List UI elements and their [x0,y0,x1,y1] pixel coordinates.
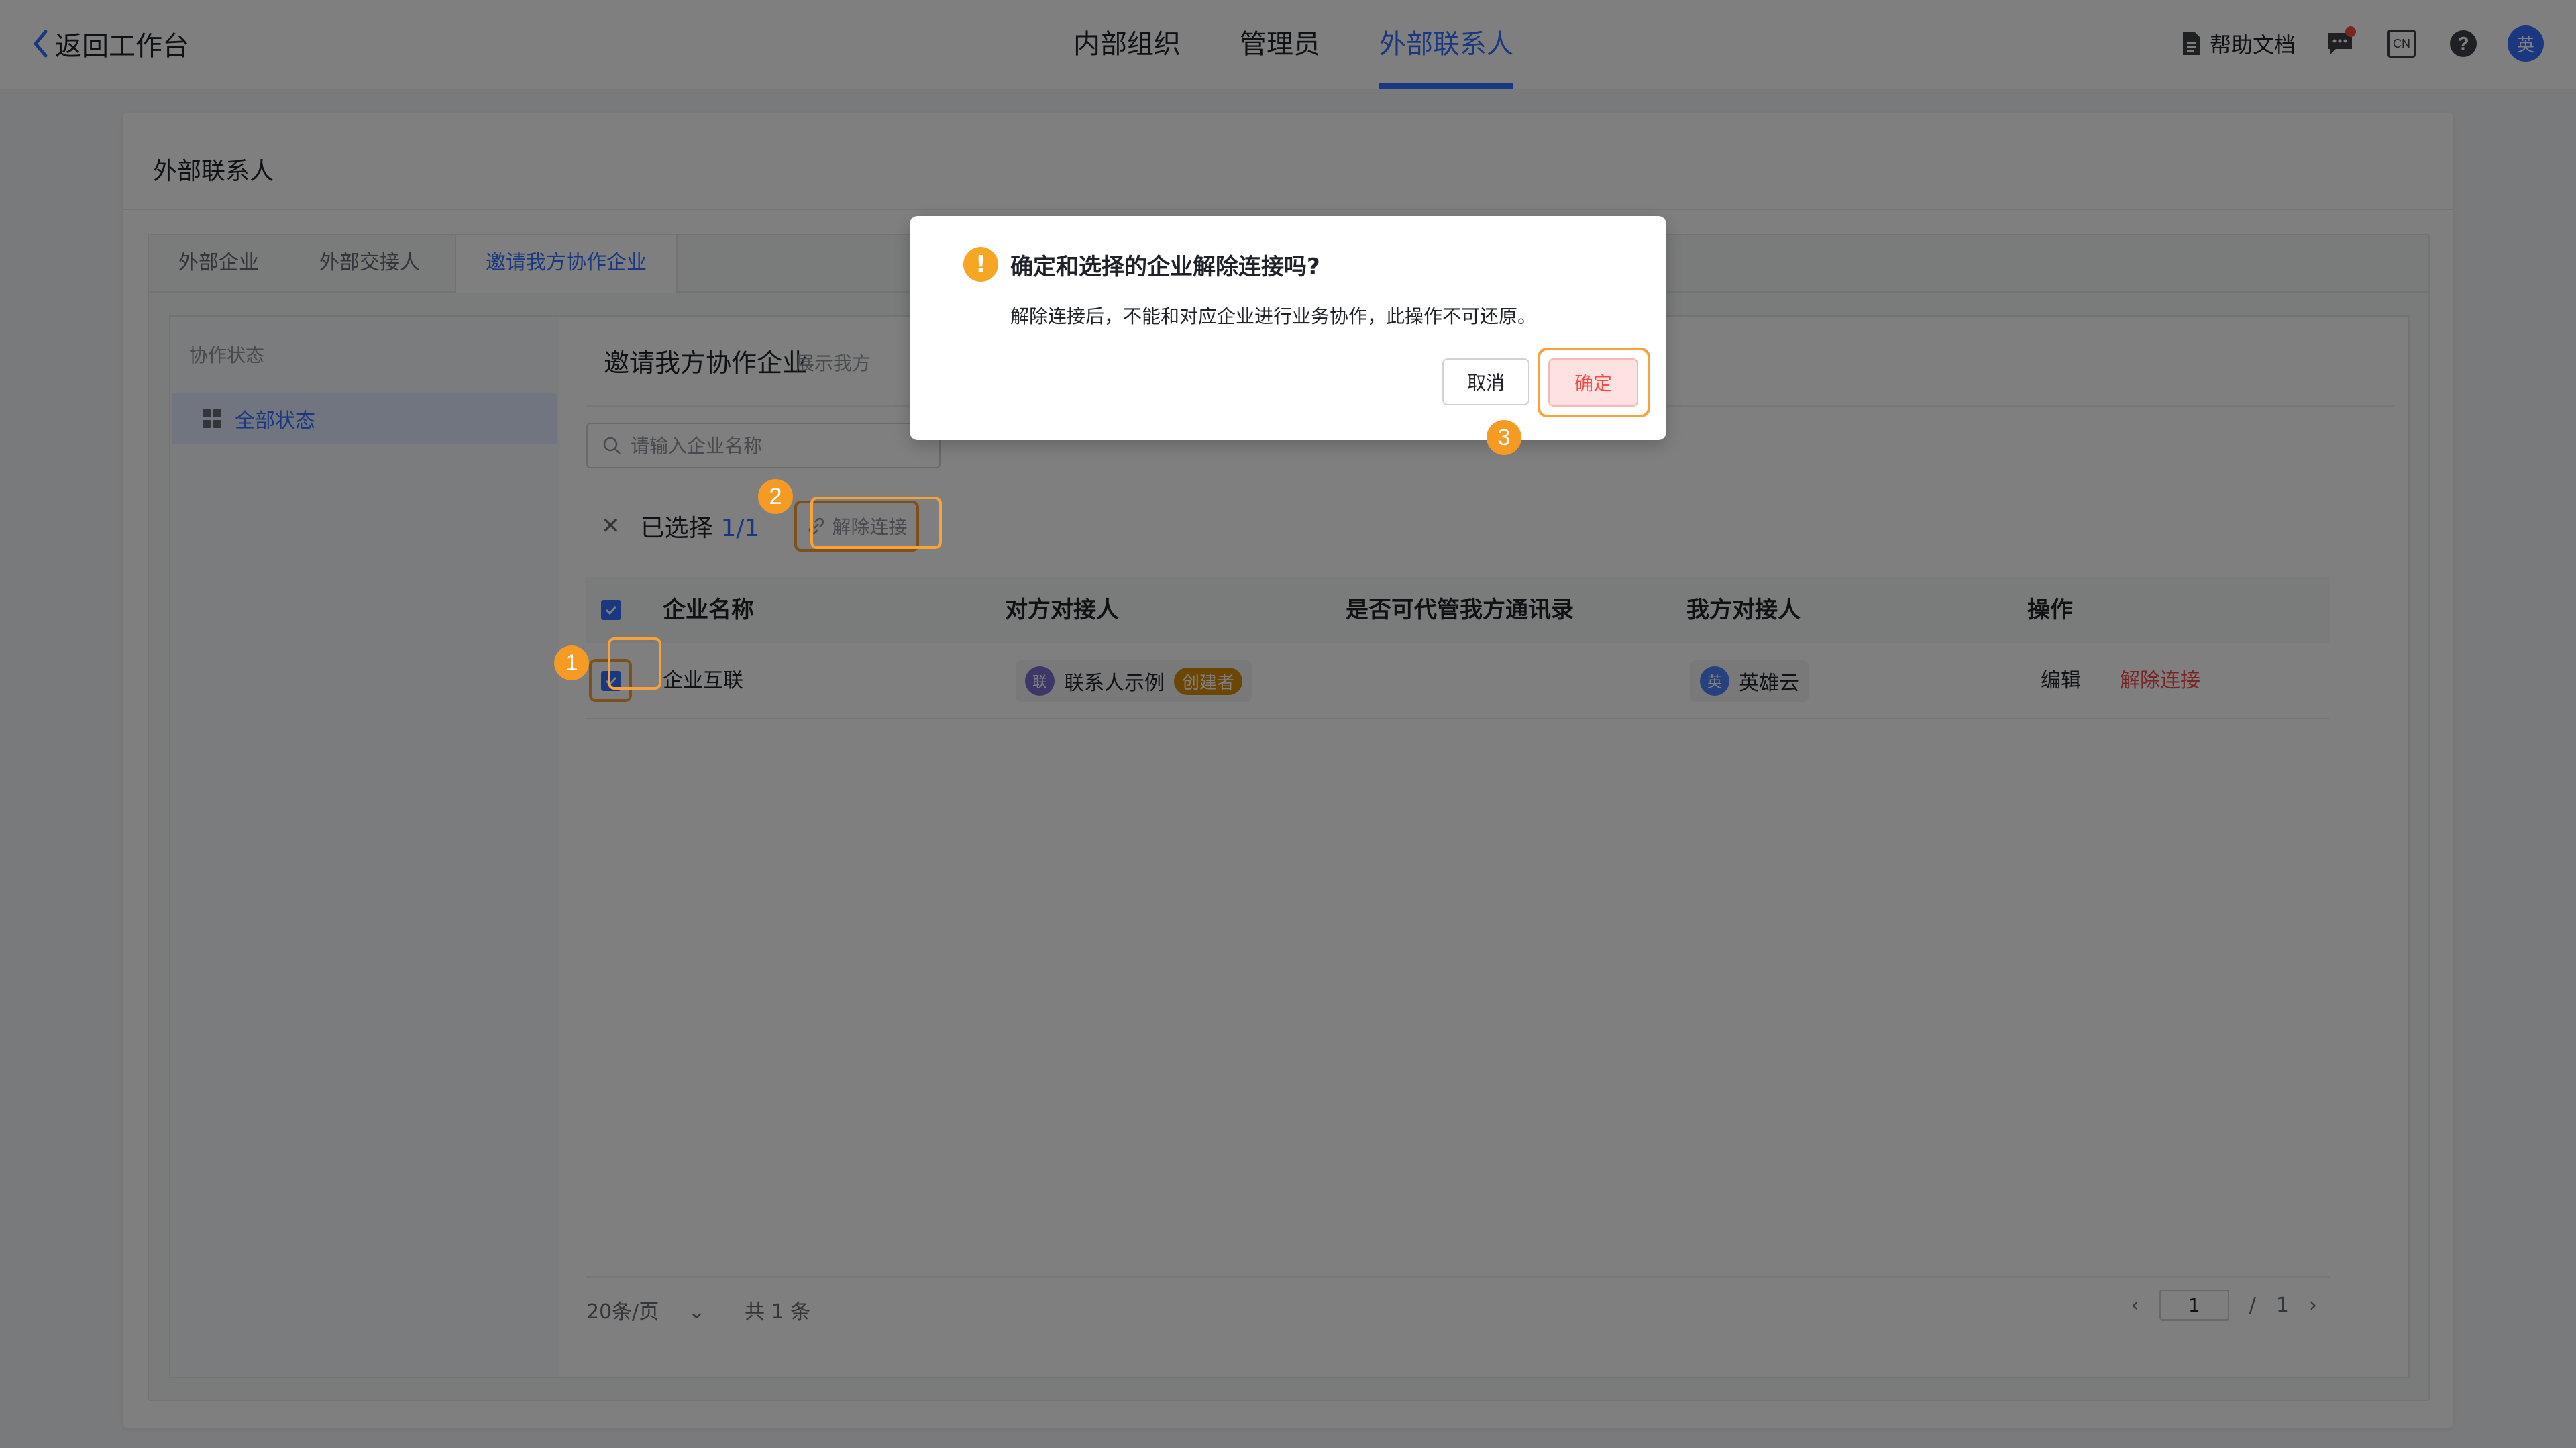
highlight-ring-checkbox [608,637,661,690]
highlight-ring-unlink [810,497,942,549]
dialog-message: 解除连接后，不能和对应企业进行业务协作，此操作不可还原。 [1010,305,1537,327]
step-badge-1: 1 [554,645,589,680]
cancel-button[interactable]: 取消 [1442,358,1529,405]
warning-icon: ! [963,247,998,282]
step-badge-3: 3 [1487,420,1521,455]
dialog-title: 确定和选择的企业解除连接吗? [1010,254,1320,280]
step-badge-2: 2 [758,479,793,514]
confirm-unlink-dialog: ! 确定和选择的企业解除连接吗? 解除连接后，不能和对应企业进行业务协作，此操作… [910,216,1666,440]
confirm-button[interactable]: 确定 [1548,358,1638,407]
